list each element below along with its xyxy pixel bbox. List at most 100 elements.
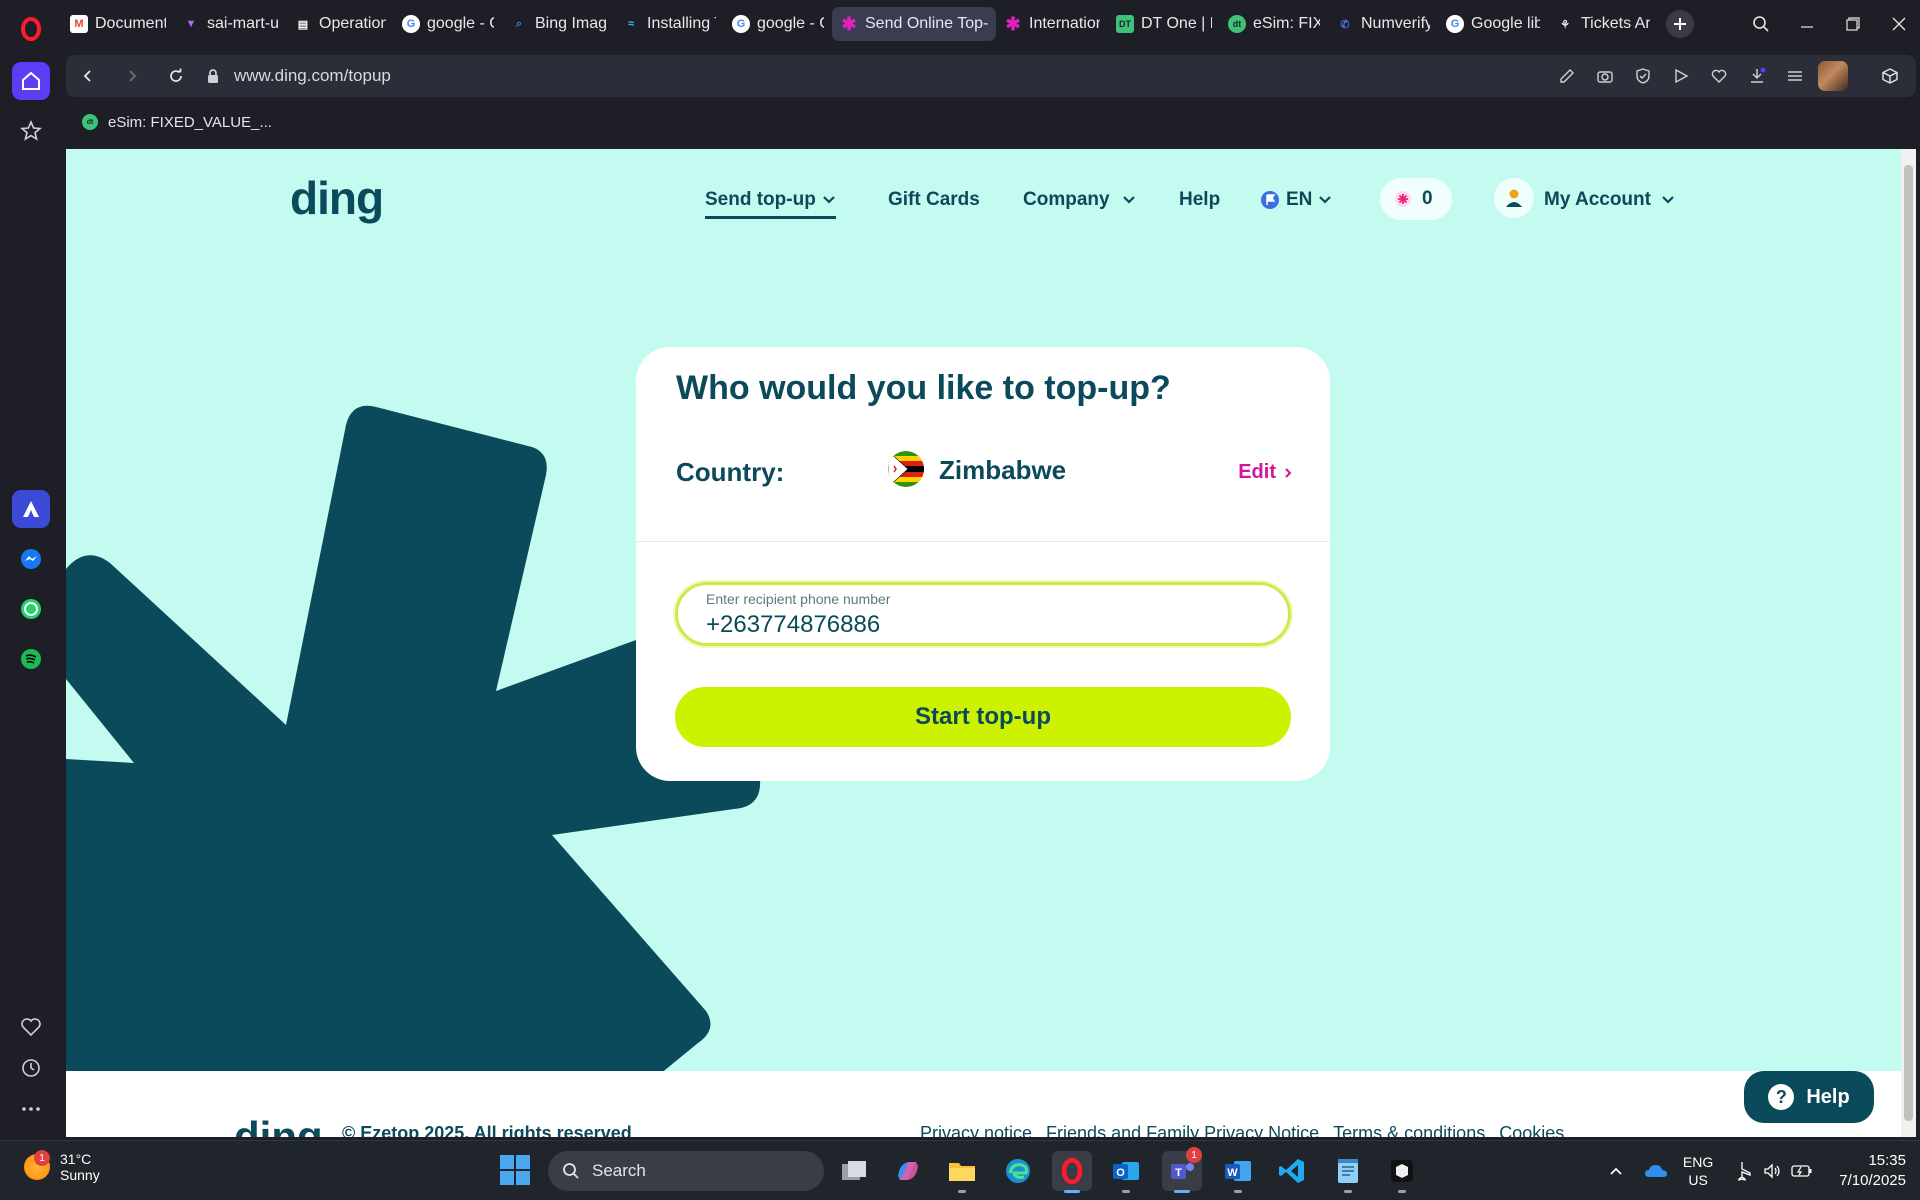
chevron-down-icon <box>1122 196 1135 204</box>
footer-link-cookies[interactable]: Cookies <box>1499 1123 1564 1137</box>
more-dots-icon[interactable] <box>12 1090 50 1128</box>
file-explorer-icon[interactable] <box>942 1151 982 1193</box>
tab-search-icon[interactable] <box>1738 8 1784 40</box>
system-tray: ENG US 15:35 7/10/2025 <box>1601 1141 1920 1200</box>
start-topup-button[interactable]: Start top-up <box>675 687 1291 747</box>
app-cube-icon[interactable] <box>1382 1151 1422 1193</box>
nav-send-topup[interactable]: Send top-up <box>705 189 836 219</box>
close-icon[interactable] <box>1876 8 1920 40</box>
tab-8[interactable]: ✱ Internation <box>996 7 1108 41</box>
whatsapp-icon[interactable] <box>12 590 50 628</box>
messenger-icon[interactable] <box>12 540 50 578</box>
ding-logo[interactable]: ding <box>290 171 384 225</box>
bookmark-esim[interactable]: eSim: FIXED_VALUE_... <box>108 114 272 131</box>
onedrive-cloud-icon[interactable] <box>1641 1156 1671 1186</box>
aria-icon[interactable] <box>12 490 50 528</box>
tab-12[interactable]: G Google libp <box>1438 7 1548 41</box>
lock-icon[interactable] <box>198 55 228 97</box>
volume-icon[interactable] <box>1757 1156 1787 1186</box>
edit-country-link[interactable]: Edit <box>1238 461 1292 484</box>
forward-icon[interactable] <box>110 55 154 97</box>
web-page: ding Send top-up Gift Cards Company Help… <box>66 149 1901 1137</box>
bing-search-icon: ⌕ <box>515 17 523 30</box>
help-chat-button[interactable]: ? Help <box>1744 1071 1874 1123</box>
download-icon[interactable] <box>1738 55 1776 97</box>
sun-weather-icon: 1 <box>24 1150 50 1180</box>
easy-setup-icon[interactable] <box>1776 55 1814 97</box>
profile-avatar[interactable] <box>1814 55 1852 97</box>
cube-extensions-icon[interactable] <box>1870 59 1910 93</box>
language-label: EN <box>1286 189 1313 210</box>
edge-icon[interactable] <box>998 1151 1038 1191</box>
send-arrow-icon[interactable] <box>1662 55 1700 97</box>
nav-help[interactable]: Help <box>1179 189 1220 211</box>
reload-icon[interactable] <box>154 55 198 97</box>
input-language[interactable]: ENG US <box>1683 1153 1713 1189</box>
airplane-mode-icon[interactable] <box>1727 1156 1757 1186</box>
my-account-menu[interactable]: My Account <box>1544 189 1675 211</box>
restore-icon[interactable] <box>1830 8 1876 40</box>
clock-date: 7/10/2025 <box>1839 1172 1906 1189</box>
tab-label: google - G <box>757 15 824 32</box>
new-tab-plus-icon[interactable] <box>1666 10 1694 38</box>
footer-link-terms[interactable]: Terms & conditions <box>1333 1123 1485 1137</box>
heart-icon[interactable] <box>12 1008 50 1046</box>
tab-2[interactable]: ▤ Operationa <box>286 7 394 41</box>
camera-snapshot-icon[interactable] <box>1586 55 1624 97</box>
lang-code: ENG <box>1682 1154 1714 1170</box>
tab-10[interactable]: dt eSim: FIXED <box>1220 7 1328 41</box>
taskbar-search[interactable]: Search <box>548 1151 824 1191</box>
url-field[interactable]: www.ding.com/topup <box>234 66 391 86</box>
tab-3[interactable]: G google - G <box>394 7 502 41</box>
windows-start-icon[interactable] <box>500 1155 530 1185</box>
tab-5[interactable]: ≈ Installing T <box>614 7 724 41</box>
phone-number-input[interactable]: Enter recipient phone number +2637748768… <box>675 582 1291 646</box>
tab-4[interactable]: ⌕ Bing Image <box>502 7 614 41</box>
teams-icon[interactable]: T1 <box>1162 1147 1202 1193</box>
tab-1[interactable]: ▼ sai-mart-ui <box>174 7 286 41</box>
vite-icon: ▼ <box>185 18 197 30</box>
tab-13[interactable]: ⚘ Tickets Arc <box>1548 7 1658 41</box>
tab-6[interactable]: G google - G <box>724 7 832 41</box>
page-scrollbar[interactable] <box>1901 149 1916 1137</box>
rewards-points-button[interactable]: 0 <box>1380 178 1452 220</box>
footer-link-privacy[interactable]: Privacy notice <box>920 1123 1032 1137</box>
tab-label: Bing Image <box>535 15 606 32</box>
shield-adblock-icon[interactable] <box>1624 55 1662 97</box>
weather-widget[interactable]: 1 31°C Sunny <box>24 1150 100 1183</box>
copilot-icon[interactable] <box>888 1151 928 1191</box>
tab-0[interactable]: M Document <box>62 7 174 41</box>
battery-icon[interactable] <box>1787 1156 1817 1186</box>
opera-taskbar-icon[interactable] <box>1052 1151 1092 1193</box>
phone-input-value[interactable]: +263774876886 <box>706 611 880 639</box>
word-icon[interactable]: W <box>1218 1151 1258 1193</box>
footer-link-family-privacy[interactable]: Friends and Family Privacy Notice <box>1046 1123 1319 1137</box>
clock[interactable]: 15:35 7/10/2025 <box>1839 1151 1906 1191</box>
ding-icon: ✱ <box>841 13 857 34</box>
heart-bookmark-icon[interactable] <box>1700 55 1738 97</box>
home-icon[interactable] <box>12 62 50 100</box>
user-avatar-icon[interactable] <box>1494 178 1534 218</box>
nav-gift-cards[interactable]: Gift Cards <box>888 189 980 211</box>
task-view-icon[interactable] <box>834 1151 874 1191</box>
spotify-icon[interactable] <box>12 640 50 678</box>
vscode-icon[interactable] <box>1272 1151 1312 1191</box>
points-count: 0 <box>1422 188 1433 209</box>
tab-label: Operationa <box>319 15 386 32</box>
nav-company[interactable]: Company <box>1023 189 1136 211</box>
outlook-icon[interactable]: O <box>1106 1151 1146 1193</box>
language-selector[interactable]: EN <box>1260 189 1332 211</box>
chevron-up-icon[interactable] <box>1601 1156 1631 1186</box>
tab-11[interactable]: ✆ Numverify <box>1328 7 1438 41</box>
history-clock-icon[interactable] <box>12 1049 50 1087</box>
back-icon[interactable] <box>66 55 110 97</box>
notepad-icon[interactable] <box>1328 1151 1368 1193</box>
speed-dial-star-icon[interactable] <box>12 112 50 150</box>
google-icon: G <box>1446 15 1464 33</box>
tab-9[interactable]: DT DT One | M <box>1108 7 1220 41</box>
opera-logo-icon[interactable] <box>12 10 50 48</box>
scrollbar-thumb[interactable] <box>1904 165 1913 1121</box>
tab-7-active[interactable]: ✱ Send Online Top-up <box>832 7 996 41</box>
minimize-icon[interactable] <box>1784 8 1830 40</box>
pencil-edit-icon[interactable] <box>1548 55 1586 97</box>
